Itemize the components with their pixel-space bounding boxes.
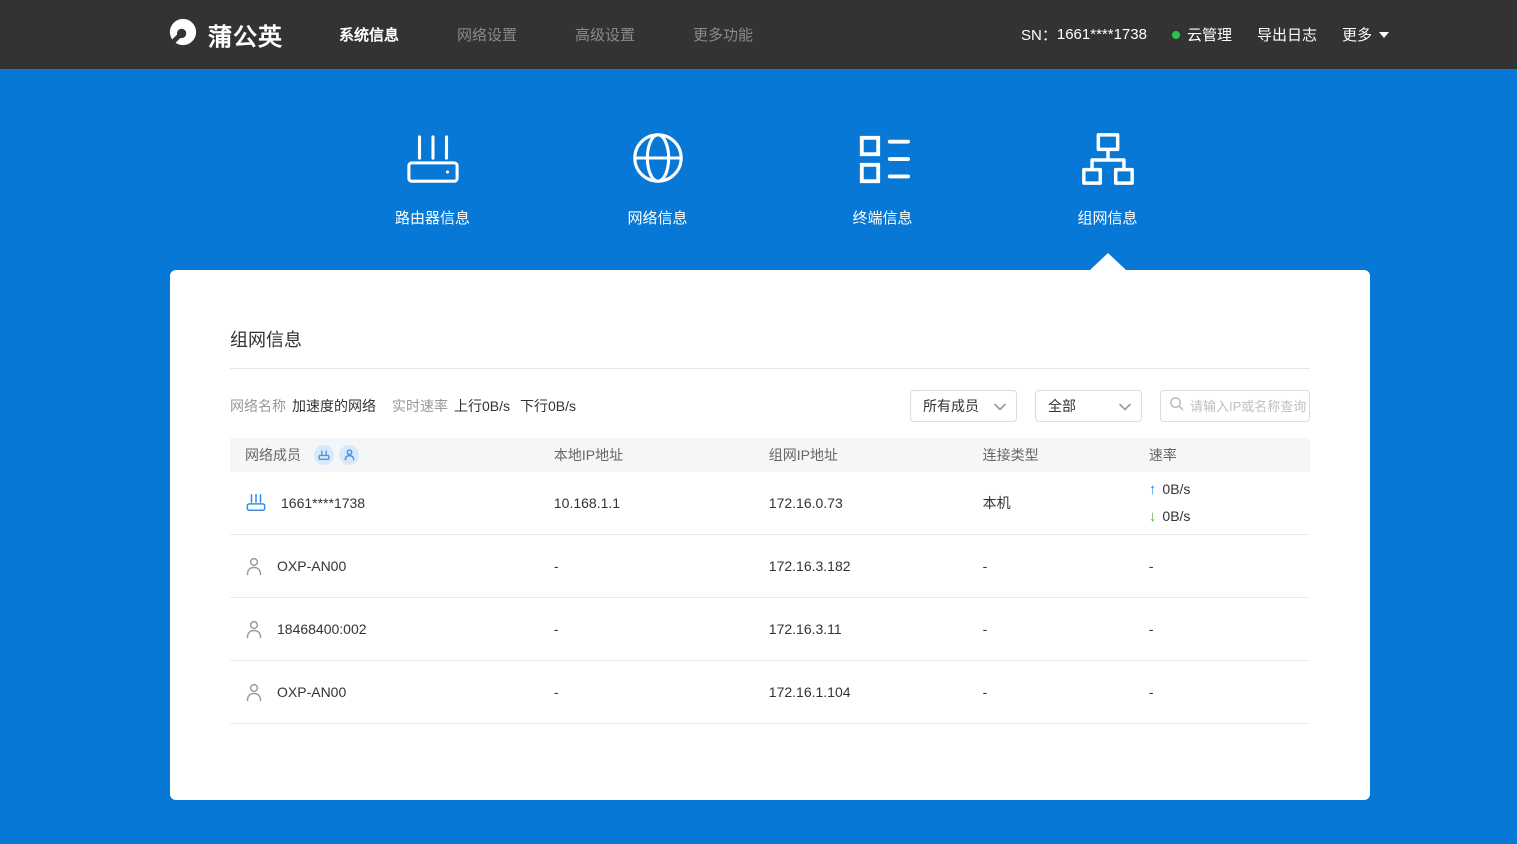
download-rate: 0B/s [1162,508,1190,524]
rate-cell: - [1134,558,1310,574]
search-field [1160,390,1310,422]
table-header-row: 网络成员 [230,438,1310,472]
download-rate-value: 下行0B/s [520,396,576,416]
table-row: OXP-AN00 - 172.16.3.182 - - [230,535,1310,598]
cloud-management-link[interactable]: 云管理 [1172,24,1232,45]
search-input[interactable] [1190,399,1308,414]
brand-name: 蒲公英 [208,17,283,52]
vpn-ip: 172.16.3.182 [754,558,968,574]
top-navbar: 蒲公英 系统信息 网络设置 高级设置 更多功能 SN： 1661****1738… [0,0,1517,69]
member-filter-select[interactable]: 所有成员 [910,390,1017,422]
tab-label: 终端信息 [852,207,912,228]
conn-type: - [968,558,1134,574]
nav-item-system-info[interactable]: 系统信息 [325,18,413,51]
rate-cell: - [1134,684,1310,700]
nav-item-network-settings[interactable]: 网络设置 [443,18,531,51]
member-name: 18468400:002 [277,621,367,637]
table-row: OXP-AN00 - 172.16.1.104 - - [230,661,1310,724]
main-nav: 系统信息 网络设置 高级设置 更多功能 [325,18,797,51]
upload-rate-value: 上行0B/s [454,396,510,416]
info-tabs: 路由器信息 网络信息 终端信 [170,69,1370,228]
brand-logo[interactable]: 蒲公英 [168,17,283,52]
export-log-link[interactable]: 导出日志 [1257,24,1317,45]
client-filter-icon[interactable] [339,445,359,465]
rate-cell: - [1134,621,1310,637]
terminal-list-icon [854,125,912,187]
col-header-rate: 速率 [1134,445,1310,465]
tab-router-info[interactable]: 路由器信息 [320,125,545,228]
tab-label: 网络信息 [627,207,687,228]
tab-terminal-info[interactable]: 终端信息 [770,125,995,228]
conn-type: - [968,684,1134,700]
rate-cell: ↑ 0B/s ↓ 0B/s [1149,476,1191,530]
vpn-ip: 172.16.1.104 [754,684,968,700]
hero-section: 路由器信息 网络信息 终端信 [0,69,1517,270]
local-ip: - [539,684,754,700]
vpn-ip: 172.16.0.73 [754,495,968,511]
member-name: OXP-AN00 [277,684,346,700]
network-name-label: 网络名称 [230,396,286,416]
download-arrow-icon: ↓ [1149,508,1157,525]
person-icon [245,683,263,702]
nav-item-advanced-settings[interactable]: 高级设置 [561,18,649,51]
person-icon [245,620,263,639]
topology-icon [1079,125,1137,187]
tab-label: 路由器信息 [395,207,470,228]
table-row: 1661****1738 10.168.1.1 172.16.0.73 本机 ↑… [230,472,1310,535]
upload-rate: 0B/s [1162,481,1190,497]
router-filter-icon[interactable] [314,445,334,465]
col-header-member: 网络成员 [245,445,301,465]
grouping-info-panel: 组网信息 网络名称 加速度的网络 实时速率 上行0B/s 下行0B/s 所有成员… [170,270,1370,800]
member-name: OXP-AN00 [277,558,346,574]
tab-network-info[interactable]: 网络信息 [545,125,770,228]
search-icon [1169,396,1184,416]
realtime-rate-label: 实时速率 [392,396,448,416]
chevron-down-icon [1119,398,1131,414]
router-icon [402,125,464,187]
col-header-conn-type: 连接类型 [968,445,1134,465]
nav-item-more-features[interactable]: 更多功能 [679,18,767,51]
members-table: 网络成员 [230,438,1310,724]
tab-grouping-info[interactable]: 组网信息 [995,125,1220,228]
sn-display: SN： 1661****1738 [1021,24,1147,45]
col-header-vpn-ip: 组网IP地址 [754,445,968,465]
caret-down-icon [1379,32,1389,38]
person-icon [245,557,263,576]
router-icon [245,493,267,513]
upload-arrow-icon: ↑ [1149,481,1157,498]
tab-label: 组网信息 [1077,207,1137,228]
sn-value: 1661****1738 [1057,26,1147,43]
active-tab-pointer [1090,253,1126,270]
page-title: 组网信息 [230,270,1310,352]
online-status-dot-icon [1172,31,1180,39]
brand-logo-icon [168,17,198,52]
network-summary: 网络名称 加速度的网络 实时速率 上行0B/s 下行0B/s [230,396,592,416]
local-ip: - [539,621,754,637]
type-filter-select[interactable]: 全部 [1035,390,1142,422]
title-divider [230,368,1310,369]
more-menu-button[interactable]: 更多 [1342,24,1389,45]
network-name-value: 加速度的网络 [292,396,376,416]
sn-label: SN： [1021,24,1057,45]
col-header-local-ip: 本地IP地址 [539,445,754,465]
vpn-ip: 172.16.3.11 [754,621,968,637]
globe-icon [629,125,687,187]
table-row: 18468400:002 - 172.16.3.11 - - [230,598,1310,661]
conn-type: - [968,621,1134,637]
local-ip: 10.168.1.1 [539,495,754,511]
member-name: 1661****1738 [281,495,365,511]
conn-type: 本机 [968,493,1134,513]
local-ip: - [539,558,754,574]
chevron-down-icon [994,398,1006,414]
